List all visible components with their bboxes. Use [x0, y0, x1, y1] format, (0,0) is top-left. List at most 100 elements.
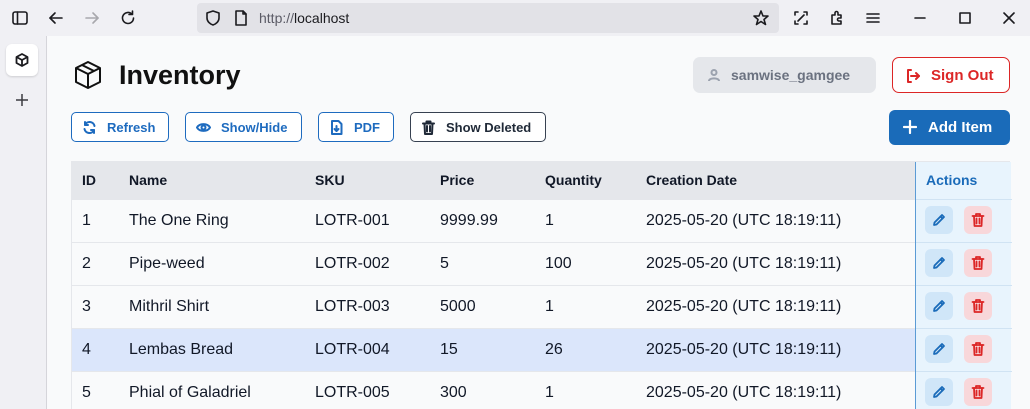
- column-header-sku[interactable]: SKU: [315, 172, 345, 188]
- page-title: Inventory: [119, 60, 241, 90]
- column-header-creation-date[interactable]: Creation Date: [646, 172, 737, 188]
- cell-price: 5000: [440, 298, 476, 315]
- sidebar-toggle-icon[interactable]: [10, 8, 30, 28]
- cell-name: Pipe-weed: [129, 255, 205, 272]
- cell-quantity: 1: [545, 298, 554, 315]
- trash-icon: [971, 299, 985, 313]
- browser-sidebar: [0, 36, 47, 409]
- edit-button[interactable]: [925, 292, 953, 320]
- show-deleted-button[interactable]: Show Deleted: [410, 112, 546, 142]
- actions-divider: [916, 285, 1012, 286]
- menu-icon[interactable]: [863, 8, 883, 28]
- trash-icon: [971, 385, 985, 399]
- close-window-icon[interactable]: [999, 8, 1019, 28]
- new-tab-plus-icon[interactable]: [12, 90, 32, 110]
- user-chip: samwise_gamgee: [693, 57, 876, 93]
- sidebar-tab-inventory[interactable]: [6, 44, 38, 76]
- extensions-icon[interactable]: [827, 8, 847, 28]
- bookmark-star-icon[interactable]: [751, 8, 771, 28]
- pencil-icon: [933, 343, 945, 355]
- cell-id: 3: [82, 298, 91, 315]
- cube-icon: [15, 53, 29, 67]
- column-header-price[interactable]: Price: [440, 172, 474, 188]
- delete-button[interactable]: [964, 206, 992, 234]
- cell-price: 5: [440, 255, 449, 272]
- cell-sku: LOTR-002: [315, 255, 390, 272]
- edit-button[interactable]: [925, 206, 953, 234]
- edit-button[interactable]: [925, 335, 953, 363]
- file-download-icon: [331, 119, 343, 135]
- trash-icon: [971, 256, 985, 270]
- cell-sku: LOTR-001: [315, 212, 390, 229]
- sign-out-icon: [907, 69, 920, 83]
- pencil-icon: [933, 386, 945, 398]
- cell-name: Lembas Bread: [129, 341, 234, 358]
- inventory-page: Inventory samwise_gamgee Sign Out Refres…: [48, 36, 1030, 409]
- cell-quantity: 1: [545, 212, 554, 229]
- cell-sku: LOTR-003: [315, 298, 390, 315]
- shield-icon[interactable]: [203, 8, 223, 28]
- trash-icon: [971, 213, 985, 227]
- cell-creation-date: 2025-05-20 (UTC 18:19:11): [646, 384, 842, 401]
- actions-column: Actions: [915, 162, 1012, 409]
- cell-creation-date: 2025-05-20 (UTC 18:19:11): [646, 255, 842, 272]
- trash-icon: [422, 120, 435, 135]
- cell-price: 9999.99: [440, 212, 498, 229]
- show-hide-button[interactable]: Show/Hide: [185, 112, 302, 142]
- pencil-icon: [933, 300, 945, 312]
- browser-toolbar: http://localhost: [0, 0, 1030, 36]
- delete-button[interactable]: [964, 249, 992, 277]
- column-header-actions: Actions: [926, 172, 978, 188]
- actions-divider: [916, 199, 1012, 200]
- eye-icon: [196, 122, 211, 132]
- table-row[interactable]: 5 Phial of Galadriel LOTR-005 300 1 2025-05-2…: [72, 371, 915, 409]
- inventory-table: ID Name SKU Price Quantity Creation Date…: [71, 161, 1012, 409]
- table-row[interactable]: 3 Mithril Shirt LOTR-003 5000 1 2025-05-20 (U…: [72, 285, 915, 328]
- actions-divider: [916, 371, 1012, 372]
- url-bar[interactable]: http://localhost: [197, 3, 779, 33]
- actions-divider: [916, 328, 1012, 329]
- table-row[interactable]: 2 Pipe-weed LOTR-002 5 100 2025-05-20 (UTC 18…: [72, 242, 915, 285]
- cell-creation-date: 2025-05-20 (UTC 18:19:11): [646, 341, 842, 358]
- trash-icon: [971, 342, 985, 356]
- edit-button[interactable]: [925, 378, 953, 406]
- plus-icon: [903, 120, 917, 134]
- cell-sku: LOTR-005: [315, 384, 390, 401]
- table-row[interactable]: 1 The One Ring LOTR-001 9999.99 1 2025-05-20 …: [72, 199, 915, 242]
- refresh-icon: [83, 120, 96, 134]
- cube-icon: [72, 59, 104, 91]
- column-header-name[interactable]: Name: [129, 172, 167, 188]
- maximize-icon[interactable]: [955, 8, 975, 28]
- delete-button[interactable]: [964, 292, 992, 320]
- page-icon[interactable]: [231, 8, 251, 28]
- refresh-button[interactable]: Refresh: [71, 112, 169, 142]
- cell-creation-date: 2025-05-20 (UTC 18:19:11): [646, 212, 842, 229]
- column-header-quantity[interactable]: Quantity: [545, 172, 602, 188]
- pdf-button[interactable]: PDF: [318, 112, 394, 142]
- back-icon[interactable]: [46, 8, 66, 28]
- minimize-icon[interactable]: [910, 8, 930, 28]
- reload-icon[interactable]: [118, 8, 138, 28]
- pencil-icon: [933, 214, 945, 226]
- cell-id: 1: [82, 212, 91, 229]
- delete-button[interactable]: [964, 378, 992, 406]
- delete-button[interactable]: [964, 335, 992, 363]
- cell-id: 4: [82, 341, 91, 358]
- cell-price: 300: [440, 384, 467, 401]
- cell-name: Mithril Shirt: [129, 298, 210, 315]
- forward-icon[interactable]: [82, 8, 102, 28]
- add-item-button[interactable]: Add Item: [889, 110, 1010, 145]
- pencil-icon: [933, 257, 945, 269]
- table-header: ID Name SKU Price Quantity Creation Date: [72, 162, 915, 199]
- url-text[interactable]: http://localhost: [259, 10, 349, 26]
- username: samwise_gamgee: [731, 67, 851, 83]
- screenshot-icon[interactable]: [791, 8, 811, 28]
- column-header-id[interactable]: ID: [82, 172, 96, 188]
- sign-out-button[interactable]: Sign Out: [892, 57, 1010, 93]
- edit-button[interactable]: [925, 249, 953, 277]
- user-icon: [708, 69, 720, 82]
- actions-divider: [916, 242, 1012, 243]
- cell-quantity: 1: [545, 384, 554, 401]
- cell-id: 2: [82, 255, 91, 272]
- table-row[interactable]: 4 Lembas Bread LOTR-004 15 26 2025-05-20 (UTC…: [72, 328, 915, 371]
